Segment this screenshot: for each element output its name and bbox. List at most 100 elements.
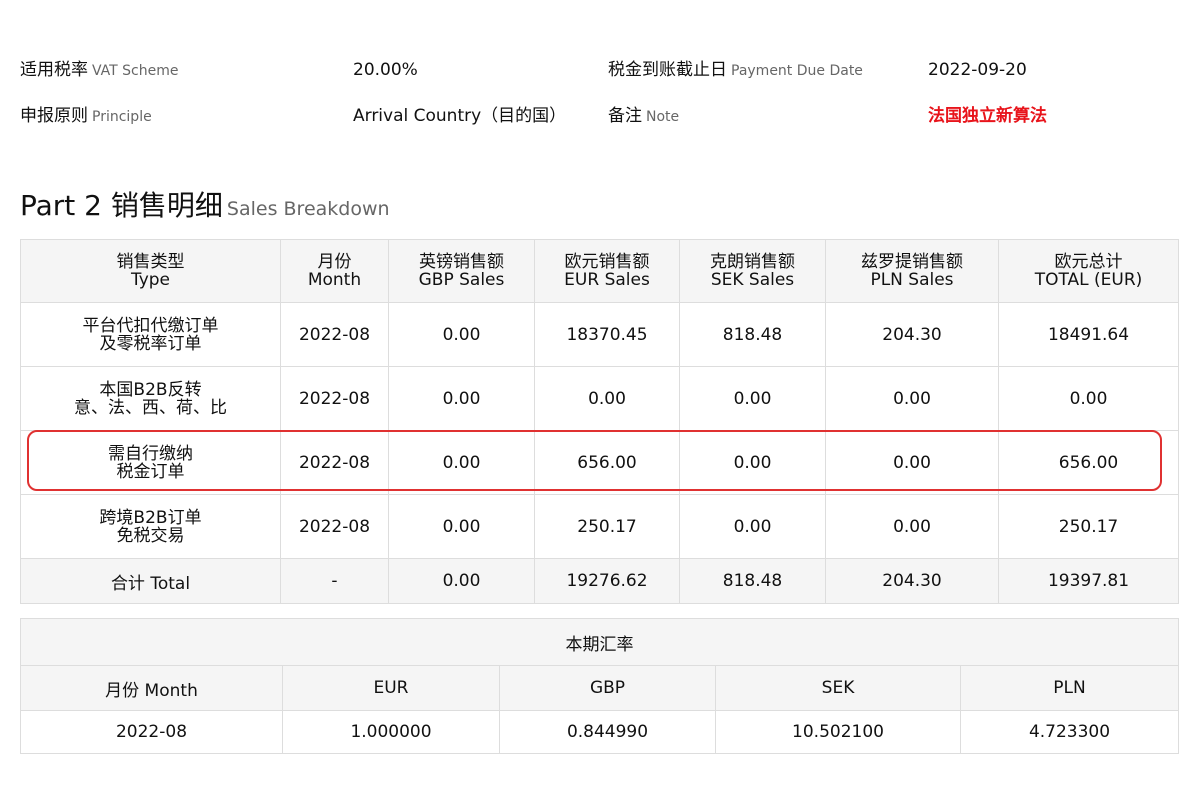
header-type-cn: 销售类型 xyxy=(116,252,185,272)
header-eur-en: EUR Sales xyxy=(564,270,650,290)
total-row: 合计 Total - 0.00 19276.62 818.48 204.30 1… xyxy=(20,558,1179,604)
payment-due-date-label: 税金到账截止日 Payment Due Date xyxy=(608,50,863,90)
rates-header-sek: SEK xyxy=(715,665,961,711)
info-row-principle: 申报原则 Principle Arrival Country（目的国） 备注 Not… xyxy=(20,96,1180,142)
cell-pln: 204.30 xyxy=(825,302,999,367)
cell-month: 2022-08 xyxy=(280,494,389,559)
total-label: 合计 Total xyxy=(20,558,281,604)
header-pln-en: PLN Sales xyxy=(870,270,954,290)
cell-month: 2022-08 xyxy=(280,302,389,367)
header-pln-sales: 兹罗提销售额 PLN Sales xyxy=(825,239,999,303)
table-row-highlighted: 需自行缴纳 税金订单 2022-08 0.00 656.00 0.00 0.00 … xyxy=(20,430,1179,495)
header-month: 月份 Month xyxy=(280,239,389,303)
note-label-cn: 备注 xyxy=(608,106,642,126)
cell-eur: 18370.45 xyxy=(534,302,680,367)
header-total-en: TOTAL (EUR) xyxy=(1034,270,1143,290)
header-sek-cn: 克朗销售额 xyxy=(710,252,795,272)
cell-sek: 0.00 xyxy=(679,366,826,431)
rates-month: 2022-08 xyxy=(20,710,283,754)
header-gbp-en: GBP Sales xyxy=(418,270,505,290)
type-line1: 本国B2B反转 xyxy=(99,379,202,400)
cell-total: 250.17 xyxy=(998,494,1179,559)
payment-due-date-label-en: Payment Due Date xyxy=(731,63,863,79)
rates-gbp: 0.844990 xyxy=(499,710,716,754)
cell-total: 18491.64 xyxy=(998,302,1179,367)
header-pln-cn: 兹罗提销售额 xyxy=(861,252,963,272)
total-gbp: 0.00 xyxy=(388,558,535,604)
table-row: 本国B2B反转 意、法、西、荷、比 2022-08 0.00 0.00 0.00 … xyxy=(20,366,1179,431)
header-eur-cn: 欧元销售额 xyxy=(564,252,650,272)
cell-gbp: 0.00 xyxy=(388,366,535,431)
total-total-eur: 19397.81 xyxy=(998,558,1179,604)
table-row: 平台代扣代缴订单 及零税率订单 2022-08 0.00 18370.45 818… xyxy=(20,302,1179,367)
cell-pln: 0.00 xyxy=(825,430,999,495)
vat-scheme-value: 20.00% xyxy=(353,60,418,80)
sales-breakdown-table: 销售类型 Type 月份 Month 英镑销售额 GBP Sales 欧元销售额 EUR… xyxy=(20,239,1179,604)
cell-eur: 0.00 xyxy=(534,366,680,431)
vat-scheme-label-en: VAT Scheme xyxy=(92,63,179,79)
info-row-vat-scheme: 适用税率 VAT Scheme 20.00% 税金到账截止日 Payment Due… xyxy=(20,50,1180,96)
type-line2: 意、法、西、荷、比 xyxy=(74,397,227,418)
rates-pln: 4.723300 xyxy=(959,710,1180,754)
rates-header-gbp: GBP xyxy=(499,665,716,711)
total-sek: 818.48 xyxy=(679,558,826,604)
header-month-en: Month xyxy=(307,270,362,290)
section-title: Part 2 销售明细 Sales Breakdown xyxy=(20,184,390,228)
cell-gbp: 0.00 xyxy=(388,302,535,367)
cell-pln: 0.00 xyxy=(825,494,999,559)
header-type: 销售类型 Type xyxy=(20,239,281,303)
type-line1: 平台代扣代缴订单 xyxy=(82,315,219,336)
cell-gbp: 0.00 xyxy=(388,430,535,495)
table-row: 跨境B2B订单 免税交易 2022-08 0.00 250.17 0.00 0.0… xyxy=(20,494,1179,559)
principle-label: 申报原则 Principle xyxy=(20,96,152,136)
cell-sek: 0.00 xyxy=(679,494,826,559)
cell-gbp: 0.00 xyxy=(388,494,535,559)
vat-scheme-label-cn: 适用税率 xyxy=(20,60,88,80)
cell-type: 需自行缴纳 税金订单 xyxy=(20,430,281,495)
rates-sek: 10.502100 xyxy=(715,710,961,754)
vat-scheme-label: 适用税率 VAT Scheme xyxy=(20,50,179,90)
type-line1: 跨境B2B订单 xyxy=(99,507,202,528)
cell-type: 平台代扣代缴订单 及零税率订单 xyxy=(20,302,281,367)
principle-label-en: Principle xyxy=(92,109,152,125)
header-gbp-cn: 英镑销售额 xyxy=(419,252,504,272)
header-eur-sales: 欧元销售额 EUR Sales xyxy=(534,239,680,303)
header-month-cn: 月份 xyxy=(317,252,352,272)
type-line1: 需自行缴纳 xyxy=(108,443,193,464)
rates-header-month: 月份 Month xyxy=(20,665,283,711)
header-sek-sales: 克朗销售额 SEK Sales xyxy=(679,239,826,303)
cell-total: 0.00 xyxy=(998,366,1179,431)
type-line2: 税金订单 xyxy=(116,461,185,482)
cell-type: 跨境B2B订单 免税交易 xyxy=(20,494,281,559)
cell-sek: 818.48 xyxy=(679,302,826,367)
section-title-main: Part 2 销售明细 xyxy=(20,189,223,222)
header-total-eur: 欧元总计 TOTAL (EUR) xyxy=(998,239,1179,303)
cell-eur: 250.17 xyxy=(534,494,680,559)
rates-caption: 本期汇率 xyxy=(19,618,1180,666)
payment-due-date-value: 2022-09-20 xyxy=(928,60,1027,80)
header-type-en: Type xyxy=(130,270,171,290)
principle-label-cn: 申报原则 xyxy=(20,106,88,126)
rates-eur: 1.000000 xyxy=(282,710,500,754)
type-line2: 及零税率订单 xyxy=(99,333,202,354)
rates-header-eur: EUR xyxy=(282,665,500,711)
exchange-rate-table: 本期汇率 月份 Month EUR GBP SEK PLN 2022-08 1.… xyxy=(19,618,1180,754)
rates-caption-row: 本期汇率 xyxy=(19,618,1180,666)
rates-row: 2022-08 1.000000 0.844990 10.502100 4.72… xyxy=(20,710,1180,754)
section-title-subtitle: Sales Breakdown xyxy=(226,198,390,220)
cell-month: 2022-08 xyxy=(280,430,389,495)
cell-month: 2022-08 xyxy=(280,366,389,431)
note-label: 备注 Note xyxy=(608,96,679,136)
rates-header-pln: PLN xyxy=(959,665,1180,711)
principle-value: Arrival Country（目的国） xyxy=(353,106,567,126)
sales-header-row: 销售类型 Type 月份 Month 英镑销售额 GBP Sales 欧元销售额 EUR… xyxy=(20,239,1179,303)
rates-header-row: 月份 Month EUR GBP SEK PLN xyxy=(20,665,1180,711)
cell-eur: 656.00 xyxy=(534,430,680,495)
header-total-cn: 欧元总计 xyxy=(1054,252,1123,272)
header-gbp-sales: 英镑销售额 GBP Sales xyxy=(388,239,535,303)
cell-pln: 0.00 xyxy=(825,366,999,431)
cell-type: 本国B2B反转 意、法、西、荷、比 xyxy=(20,366,281,431)
note-label-en: Note xyxy=(646,109,680,125)
note-value: 法国独立新算法 xyxy=(928,106,1047,126)
total-pln: 204.30 xyxy=(825,558,999,604)
